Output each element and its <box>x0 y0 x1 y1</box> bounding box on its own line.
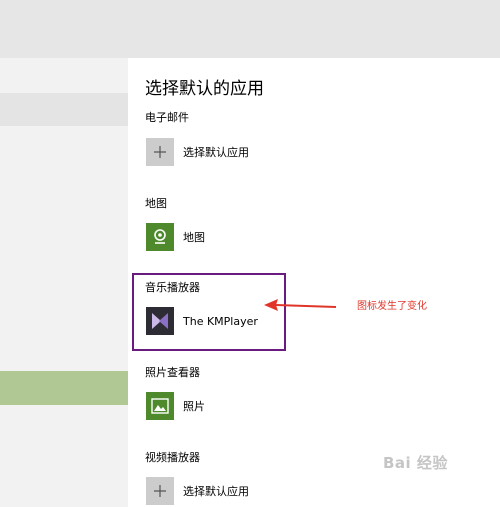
nav-item[interactable] <box>0 93 128 126</box>
maps-app-button[interactable]: 地图 <box>146 223 205 251</box>
email-app-button[interactable]: 选择默认应用 <box>146 138 249 166</box>
plus-icon <box>146 477 174 505</box>
section-label-photos: 照片查看器 <box>145 366 200 379</box>
maps-app-label: 地图 <box>183 231 205 244</box>
email-app-label: 选择默认应用 <box>183 146 249 159</box>
section-label-maps: 地图 <box>145 197 167 210</box>
map-pin-icon <box>146 223 174 251</box>
photos-app-label: 照片 <box>183 400 205 413</box>
settings-nav <box>0 58 128 507</box>
photo-icon <box>146 392 174 420</box>
video-app-label: 选择默认应用 <box>183 485 249 498</box>
photos-app-button[interactable]: 照片 <box>146 392 205 420</box>
nav-item-selected[interactable] <box>0 371 128 405</box>
page-title: 选择默认的应用 <box>145 79 264 99</box>
annotation-text: 图标发生了变化 <box>357 301 427 312</box>
section-label-email: 电子邮件 <box>145 111 189 124</box>
video-app-button[interactable]: 选择默认应用 <box>146 477 249 505</box>
annotation-arrow-icon <box>264 299 337 311</box>
title-bar <box>0 0 500 58</box>
section-label-video: 视频播放器 <box>145 451 200 464</box>
plus-icon <box>146 138 174 166</box>
watermark: Bai 经验 <box>383 454 448 472</box>
